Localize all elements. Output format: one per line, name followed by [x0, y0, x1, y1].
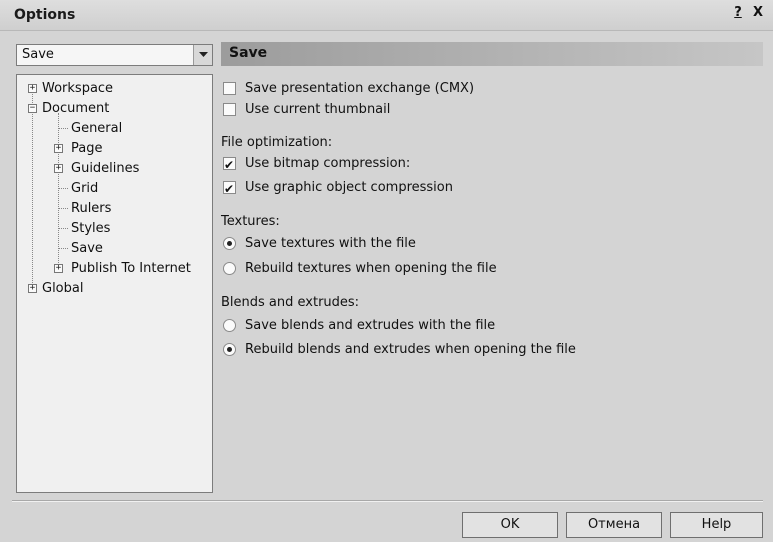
chevron-down-icon[interactable]: [193, 45, 212, 65]
radio-circle[interactable]: [223, 237, 236, 250]
checkbox-box[interactable]: [223, 103, 236, 116]
tree-line: [58, 228, 68, 229]
window-title: Options: [14, 7, 76, 23]
checkbox-box[interactable]: [223, 82, 236, 95]
tree-item-general[interactable]: General: [71, 119, 122, 138]
radio-circle[interactable]: [223, 319, 236, 332]
checkbox-box[interactable]: [223, 155, 236, 175]
title-bar: Options ? X: [0, 0, 773, 31]
tree-line: [58, 188, 68, 189]
tree-item-guidelines[interactable]: Guidelines: [71, 159, 139, 178]
tree-line: [58, 208, 68, 209]
panel-header: Save: [221, 42, 763, 66]
tree-item-save[interactable]: Save: [71, 239, 103, 258]
help-icon[interactable]: ?: [729, 5, 747, 22]
tree-item-rulers[interactable]: Rulers: [71, 199, 111, 218]
tree-line: [58, 113, 59, 269]
footer-divider: [12, 500, 763, 502]
radio-circle[interactable]: [223, 343, 236, 356]
page-select[interactable]: Save: [16, 44, 213, 66]
expand-icon[interactable]: +: [54, 264, 63, 273]
cmx-label: Save presentation exchange (CMX): [245, 81, 475, 96]
rebuild-blends-label: Rebuild blends and extrudes when opening…: [245, 342, 576, 357]
tree-item-grid[interactable]: Grid: [71, 179, 98, 198]
tree-item-workspace[interactable]: Workspace: [42, 79, 113, 98]
expand-icon[interactable]: +: [28, 284, 37, 293]
rebuild-textures-label: Rebuild textures when opening the file: [245, 261, 497, 276]
tree-item-document[interactable]: Document: [42, 99, 109, 118]
file-optimization-heading: File optimization:: [221, 135, 333, 150]
ok-button[interactable]: OK: [462, 512, 558, 538]
help-button[interactable]: Help: [670, 512, 763, 538]
expand-icon[interactable]: +: [28, 84, 37, 93]
collapse-icon[interactable]: −: [28, 104, 37, 113]
textures-heading: Textures:: [221, 214, 280, 229]
expand-icon[interactable]: +: [54, 164, 63, 173]
save-textures-label: Save textures with the file: [245, 236, 416, 251]
tree-item-styles[interactable]: Styles: [71, 219, 110, 238]
title-buttons: ? X: [729, 5, 767, 22]
close-icon[interactable]: X: [749, 5, 767, 22]
tree-line: [32, 92, 33, 287]
page-select-value: Save: [22, 47, 54, 62]
blends-heading: Blends and extrudes:: [221, 295, 360, 310]
thumbnail-label: Use current thumbnail: [245, 102, 391, 117]
panel-title: Save: [229, 45, 268, 61]
cancel-button[interactable]: Отмена: [566, 512, 662, 538]
bitmap-compression-label: Use bitmap compression:: [245, 156, 411, 171]
radio-circle[interactable]: [223, 262, 236, 275]
options-tree: + Workspace − Document General + Page + …: [16, 74, 213, 493]
tree-line: [58, 128, 68, 129]
checkbox-box[interactable]: [223, 179, 236, 199]
expand-icon[interactable]: +: [54, 144, 63, 153]
tree-line: [58, 248, 68, 249]
tree-item-global[interactable]: Global: [42, 279, 83, 298]
graphic-compression-label: Use graphic object compression: [245, 180, 453, 195]
tree-item-publish-to-internet[interactable]: Publish To Internet: [71, 259, 191, 278]
tree-item-page[interactable]: Page: [71, 139, 102, 158]
save-blends-label: Save blends and extrudes with the file: [245, 318, 496, 333]
